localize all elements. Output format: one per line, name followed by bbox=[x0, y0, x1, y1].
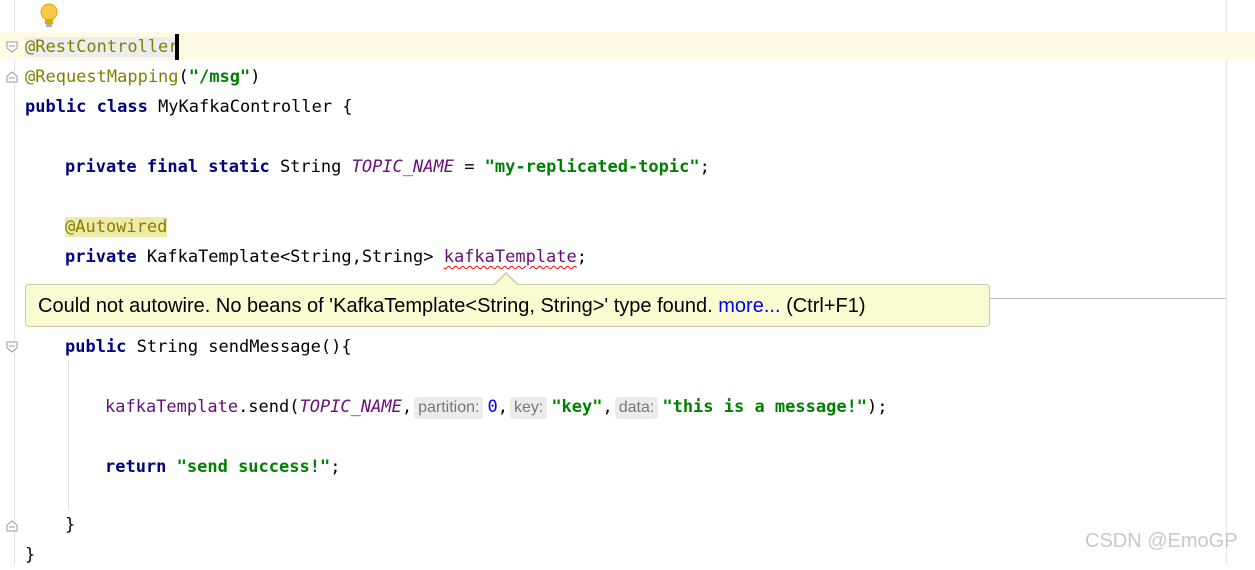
code-line-18[interactable]: } bbox=[25, 540, 35, 570]
constant: TOPIC_NAME bbox=[299, 397, 402, 417]
annotation: @RestController bbox=[25, 37, 179, 57]
keyword: return bbox=[105, 457, 167, 477]
constant: TOPIC_NAME bbox=[351, 157, 454, 177]
class-name: MyKafkaController { bbox=[147, 97, 353, 117]
current-line-highlight bbox=[0, 32, 1255, 60]
param-hint-data: data: bbox=[614, 397, 659, 419]
indent-guide bbox=[68, 360, 69, 510]
comma: , bbox=[602, 397, 613, 417]
code-line-7[interactable]: @Autowired bbox=[65, 212, 168, 242]
closing-brace: } bbox=[65, 515, 76, 535]
text-caret bbox=[174, 34, 179, 60]
code-line-17[interactable]: } bbox=[65, 510, 75, 540]
watermark: CSDN @EmoGP bbox=[1085, 530, 1238, 552]
type: String bbox=[269, 157, 352, 177]
code-line-11[interactable]: public String sendMessage(){ bbox=[65, 332, 352, 362]
param-hint-key: key: bbox=[509, 397, 548, 419]
comma: , bbox=[401, 397, 413, 417]
code-line-5[interactable]: private final static String TOPIC_NAME =… bbox=[65, 152, 710, 182]
fold-marker-icon[interactable] bbox=[6, 520, 18, 532]
field-with-error[interactable]: kafkaTemplate bbox=[444, 247, 577, 267]
semicolon: ; bbox=[699, 157, 710, 177]
tooltip-shortcut: (Ctrl+F1) bbox=[780, 295, 866, 317]
operator: = bbox=[453, 157, 485, 177]
more-link[interactable]: more... bbox=[718, 295, 780, 317]
tooltip-separator bbox=[990, 298, 1226, 299]
code-line-2[interactable]: @RequestMapping("/msg") bbox=[25, 62, 260, 92]
paren: ( bbox=[178, 67, 189, 87]
error-tooltip: Could not autowire. No beans of 'KafkaTe… bbox=[25, 284, 990, 327]
type: KafkaTemplate<String,String> bbox=[136, 247, 444, 267]
comma: , bbox=[497, 397, 508, 417]
annotation: @Autowired bbox=[65, 217, 168, 237]
paren: ) bbox=[250, 67, 261, 87]
string-literal: "send success!" bbox=[166, 457, 331, 477]
lightbulb-icon[interactable] bbox=[37, 2, 61, 30]
fold-marker-icon[interactable] bbox=[6, 41, 18, 53]
string-literal: "my-replicated-topic" bbox=[484, 157, 700, 177]
right-margin-guide bbox=[1226, 0, 1227, 565]
string-literal: "key" bbox=[551, 397, 603, 417]
closing-brace: } bbox=[25, 545, 36, 565]
semicolon: ; bbox=[576, 247, 588, 267]
keyword: public class bbox=[25, 97, 148, 117]
param-hint-partition: partition: bbox=[414, 397, 484, 419]
string-literal: "this is a message!" bbox=[662, 397, 868, 417]
tooltip-message: Could not autowire. No beans of 'KafkaTe… bbox=[38, 295, 719, 317]
annotation: @RequestMapping bbox=[25, 67, 179, 87]
string-literal: "/msg" bbox=[188, 67, 251, 87]
method-call: .send( bbox=[238, 397, 300, 417]
code-line-13[interactable]: kafkaTemplate.send(TOPIC_NAME, partition:… bbox=[105, 392, 888, 422]
method-signature: String sendMessage(){ bbox=[126, 337, 352, 357]
tooltip-pointer-fill bbox=[494, 274, 518, 286]
number-literal: 0 bbox=[487, 397, 498, 417]
field-ref: kafkaTemplate bbox=[105, 397, 239, 417]
code-line-3[interactable]: public class MyKafkaController { bbox=[25, 92, 353, 122]
code-line-15[interactable]: return "send success!"; bbox=[105, 452, 340, 482]
fold-marker-icon[interactable] bbox=[6, 341, 18, 353]
editor-gutter-border bbox=[14, 0, 15, 565]
keyword: private final static bbox=[65, 157, 270, 177]
close-paren: ); bbox=[867, 397, 888, 417]
keyword: public bbox=[65, 337, 127, 357]
code-line-8[interactable]: private KafkaTemplate<String,String> kaf… bbox=[65, 242, 587, 272]
fold-marker-icon[interactable] bbox=[6, 71, 18, 83]
code-line-1[interactable]: @RestController bbox=[25, 32, 179, 62]
semicolon: ; bbox=[330, 457, 341, 477]
keyword: private bbox=[65, 247, 137, 267]
